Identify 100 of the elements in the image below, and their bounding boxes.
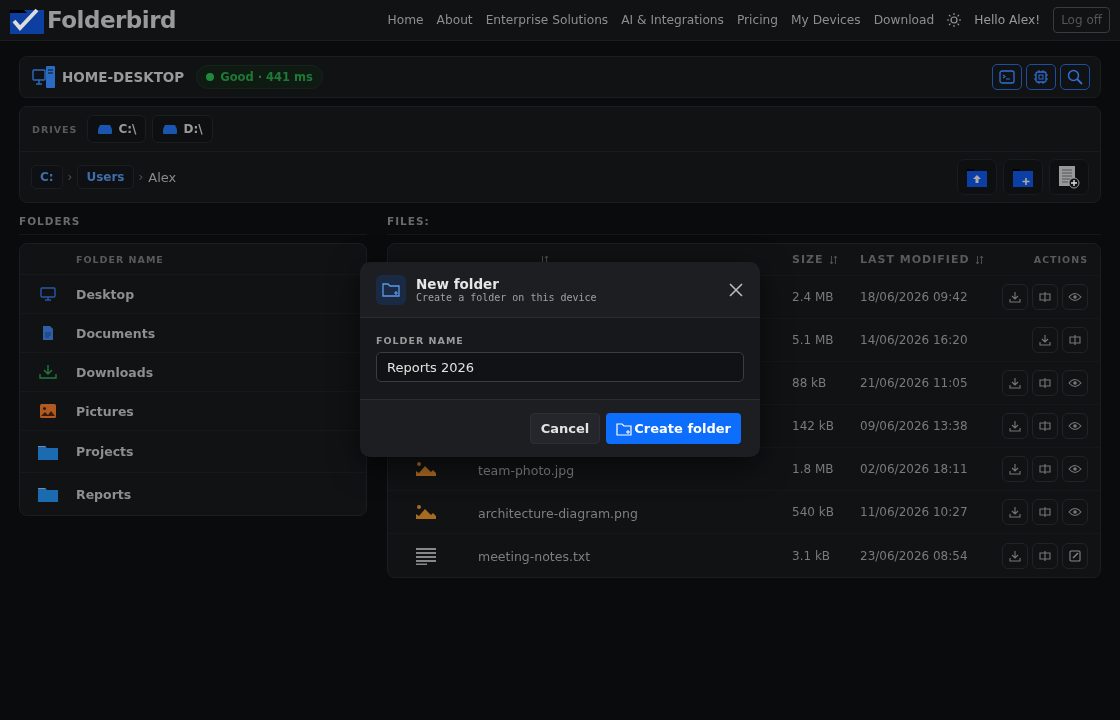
- download-button[interactable]: [1002, 499, 1028, 525]
- drive-button[interactable]: C:\: [87, 115, 147, 143]
- mountain-photo-icon: [416, 461, 436, 477]
- file-name[interactable]: architecture-diagram.png: [478, 505, 638, 521]
- download-button[interactable]: [1032, 327, 1058, 353]
- download-button[interactable]: [1002, 370, 1028, 396]
- share-button[interactable]: [1032, 456, 1058, 482]
- file-size: 540 kB: [792, 505, 834, 519]
- share-button[interactable]: [1062, 327, 1088, 353]
- section-title: FILES:: [387, 213, 1101, 235]
- nav-link[interactable]: Home: [387, 13, 424, 27]
- share-button[interactable]: [1032, 542, 1058, 569]
- folder-plus-icon: [1012, 166, 1034, 188]
- breadcrumb-separator: ›: [67, 170, 73, 184]
- folder-name-field[interactable]: Reports 2026: [376, 352, 744, 382]
- download-icon: [1009, 420, 1021, 432]
- download-icon: [1009, 506, 1021, 518]
- text-lines-icon: [416, 546, 436, 565]
- folder-plus-icon: [376, 274, 406, 305]
- logo-icon: [9, 6, 45, 34]
- breadcrumb-link[interactable]: C:: [31, 165, 63, 189]
- nav-link[interactable]: Pricing: [736, 13, 779, 27]
- view-button[interactable]: [1062, 413, 1088, 439]
- status-text: Good · 441 ms: [220, 70, 313, 84]
- drive-button[interactable]: D:\: [152, 115, 213, 143]
- device-name: HOME-DESKTOP: [62, 69, 185, 85]
- drive-icon: [97, 124, 114, 134]
- modified-date: 18/06/2026 09:42: [860, 290, 968, 304]
- file-size: 142 kB: [792, 419, 834, 433]
- computer-icon: [32, 65, 56, 89]
- breadcrumb-separator: ›: [138, 170, 144, 184]
- file-size: 3.1 kB: [792, 548, 831, 563]
- nav-link[interactable]: Download: [873, 13, 935, 27]
- share-button[interactable]: [1032, 284, 1058, 310]
- picture-icon: [40, 404, 56, 418]
- download-button[interactable]: [1002, 542, 1028, 569]
- eye-icon: [1068, 292, 1082, 302]
- nav-link[interactable]: AI & Integrations: [621, 13, 724, 27]
- modified-date: 11/06/2026 10:27: [860, 505, 968, 519]
- view-button[interactable]: [1062, 456, 1088, 482]
- chip-icon: [1033, 69, 1049, 85]
- share-icon: [1039, 506, 1051, 518]
- eye-icon: [1068, 421, 1082, 431]
- search-button[interactable]: [1060, 64, 1090, 90]
- download-button[interactable]: [1002, 456, 1028, 482]
- document-icon: [42, 325, 54, 341]
- greeting-text: Hello Alex!: [974, 13, 1041, 27]
- download-icon: [1009, 377, 1021, 389]
- share-icon: [1039, 463, 1051, 475]
- folder-name: Documents: [76, 325, 156, 341]
- nav-link[interactable]: My Devices: [791, 13, 861, 27]
- share-button[interactable]: [1032, 413, 1058, 439]
- share-button[interactable]: [1032, 370, 1058, 396]
- new-file-button[interactable]: [1049, 159, 1089, 195]
- modified-date: 09/06/2026 13:38: [860, 419, 968, 433]
- close-button[interactable]: [727, 280, 745, 299]
- folder-plus-icon: [616, 421, 633, 436]
- download-icon: [1009, 549, 1021, 562]
- cancel-button[interactable]: Cancel: [529, 413, 601, 444]
- download-icon: [39, 364, 57, 380]
- modified-date: 23/06/2026 08:54: [860, 548, 968, 563]
- share-icon: [1039, 291, 1051, 303]
- drives-label: DRIVES: [32, 123, 78, 135]
- mountain-photo-icon: [416, 504, 436, 520]
- nav-link[interactable]: Enterprise Solutions: [485, 13, 609, 27]
- folder-row[interactable]: Reports: [20, 473, 366, 515]
- nav-link[interactable]: About: [436, 13, 473, 27]
- folder-name: Reports: [76, 486, 132, 502]
- edit-icon: [1069, 549, 1081, 562]
- new-folder-button[interactable]: [1003, 159, 1043, 195]
- view-button[interactable]: [1062, 284, 1088, 310]
- view-button[interactable]: [1062, 499, 1088, 525]
- terminal-button[interactable]: [992, 64, 1022, 90]
- file-size: 88 kB: [792, 376, 827, 390]
- edit-button[interactable]: [1062, 542, 1088, 569]
- chip-button[interactable]: [1026, 64, 1056, 90]
- eye-icon: [1068, 378, 1082, 388]
- status-dot-icon: [206, 73, 215, 81]
- share-icon: [1039, 420, 1051, 432]
- create-button[interactable]: Create folder: [606, 413, 741, 444]
- file-name[interactable]: meeting-notes.txt: [478, 549, 591, 564]
- share-button[interactable]: [1032, 499, 1058, 525]
- folder-upload-icon: [966, 166, 988, 188]
- dialog-title: New folder: [416, 276, 500, 292]
- download-button[interactable]: [1002, 413, 1028, 439]
- download-button[interactable]: [1002, 284, 1028, 310]
- dialog-subtitle: Create a folder on this device: [416, 292, 598, 303]
- document-plus-icon: [1058, 165, 1080, 189]
- folder-name: Desktop: [76, 286, 135, 302]
- brand-name[interactable]: Folderbird: [47, 7, 177, 33]
- field-label: FOLDER NAME: [376, 335, 465, 346]
- file-size: 1.8 MB: [792, 462, 834, 476]
- modified-date: 21/06/2026 11:05: [860, 376, 968, 390]
- breadcrumb-link[interactable]: Users: [77, 165, 134, 189]
- sun-icon[interactable]: [947, 13, 962, 27]
- view-button[interactable]: [1062, 370, 1088, 396]
- column-header: FOLDER NAME: [76, 253, 164, 265]
- upload-folder-button[interactable]: [957, 159, 997, 195]
- file-name[interactable]: team-photo.jpg: [478, 462, 575, 478]
- download-icon: [1009, 463, 1021, 475]
